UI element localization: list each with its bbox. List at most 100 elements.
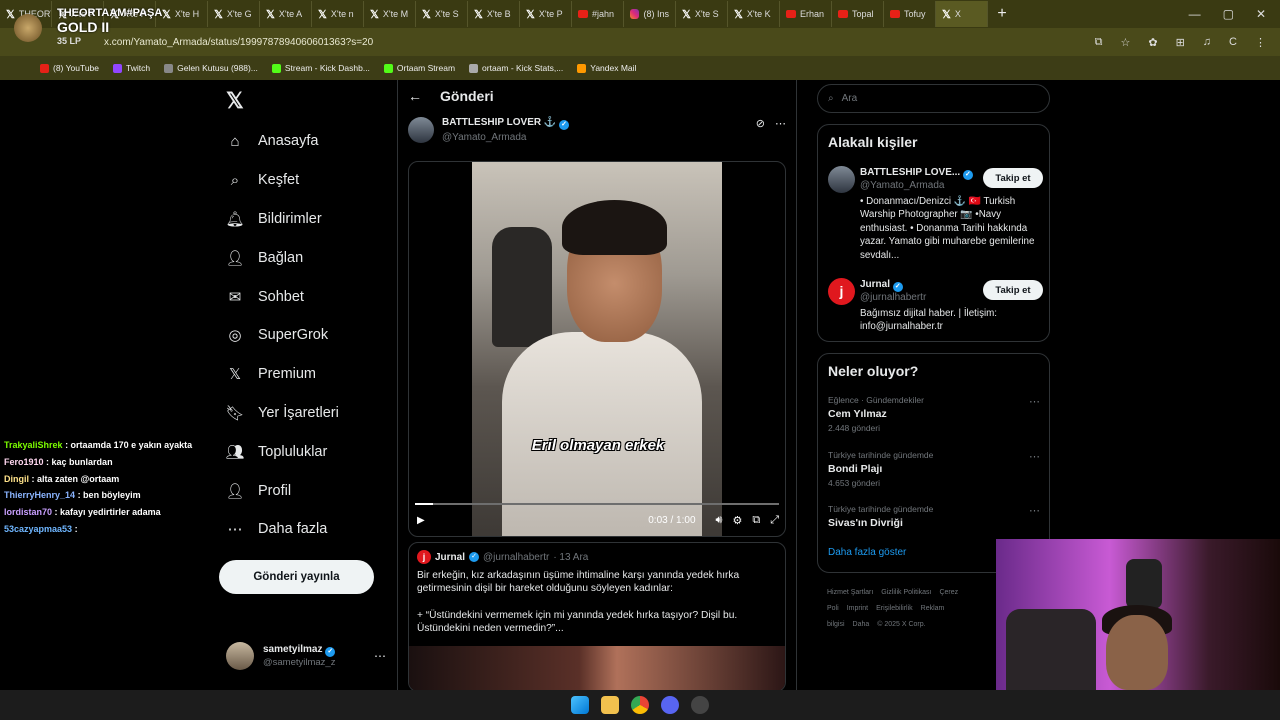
page-title: Gönderi [440,88,494,104]
bookmark-item[interactable]: Twitch [113,63,150,73]
post-button[interactable]: Gönderi yayınla [219,560,374,594]
footer-link[interactable]: Erişilebilirlik [876,605,913,612]
footer-link[interactable]: Daha [853,621,870,628]
footer-link[interactable]: Gizlilik Politikası [881,589,931,596]
close-window-icon[interactable]: ✕ [1256,7,1266,21]
search-icon: ⌕ [230,171,240,189]
browser-tab[interactable]: 𝕏 X'te A [260,1,312,27]
grok-icon[interactable]: ⊘ [756,117,765,143]
url-field[interactable]: x.com/Yamato_Armada/status/1999787894060… [104,37,373,48]
search-icon: ⌕ [828,93,834,104]
app-icon[interactable] [691,696,709,714]
browser-tab[interactable]: 𝕏 X'te B [468,1,520,27]
video-player[interactable]: Eril olmayan erkek ▶ 0:03 / 1:00 🔊︎ ⚙ ⧉ … [408,161,786,537]
browser-tab[interactable]: 𝕏 X'te M [364,1,416,27]
tab-label: X'te B [486,9,511,19]
browser-tab[interactable]: 𝕏 X'te H [156,1,208,27]
kebab-menu-icon[interactable]: ⋮ [1255,36,1266,49]
bookmark-item[interactable]: Yandex Mail [577,63,636,73]
minimize-icon[interactable]: — [1189,7,1201,21]
bookmark-item[interactable]: Stream - Kick Dashb... [271,63,370,73]
bookmark-label: Stream - Kick Dashb... [284,63,370,73]
person-card[interactable]: BATTLESHIP LOVE... ✓ @Yamato_Armada Taki… [828,166,1043,266]
bookmarks-bar: (8) YouTube Twitch Gelen Kutusu (988)... St… [0,56,1280,80]
browser-tab[interactable]: Topal [832,1,884,27]
chrome-icon[interactable] [631,696,649,714]
nav-item-bildirimler[interactable]: 🔔︎ Bildirimler [218,200,339,239]
author-name[interactable]: BATTLESHIP LOVER ⚓ ✓ [442,117,570,130]
play-icon[interactable]: ▶ [417,515,425,526]
volume-icon[interactable]: 🔊︎ [716,514,723,527]
bookmark-item[interactable]: Gelen Kutusu (988)... [164,63,258,73]
video-progress-bar[interactable] [415,503,779,505]
more-icon[interactable]: ⋯ [1029,450,1040,463]
author-handle[interactable]: @Yamato_Armada [442,132,569,143]
nav-item-anasayfa[interactable]: ⌂ Anasayfa [218,122,339,161]
nav-item-topluluklar[interactable]: 👥︎ Topluluklar [218,432,339,471]
nav-item-yer-i-aretleri[interactable]: 🔖︎ Yer İşaretleri [218,394,338,433]
back-arrow-icon[interactable]: ← [408,88,422,104]
browser-tab[interactable]: 𝕏 X'te n [312,1,364,27]
more-icon[interactable]: ⋯ [775,117,786,143]
browser-tab[interactable]: 𝕏X [936,1,988,27]
verified-badge-icon: ✓ [325,647,336,657]
nav-item-profil[interactable]: 👤︎ Profil [218,471,339,510]
nav-item-premium[interactable]: 𝕏 Premium [218,355,339,394]
nav-item-supergrok[interactable]: ◎ SuperGrok [218,316,339,355]
bookmark-item[interactable]: (8) YouTube [40,63,99,73]
browser-tab[interactable]: 𝕏 X'te K [728,1,780,27]
browser-tab[interactable]: 𝕏 X'te G [208,1,260,27]
follow-button[interactable]: Takip et [983,280,1043,300]
install-app-icon[interactable]: ⧉ [1095,36,1103,49]
browser-tab[interactable]: 𝕏 X'te P [104,1,156,27]
new-tab-button[interactable]: + [988,5,1016,23]
follow-button[interactable]: Takip et [983,168,1043,188]
more-icon[interactable]: ⋯ [1029,395,1040,408]
file-explorer-icon[interactable] [601,696,619,714]
footer-link[interactable]: Hizmet Şartları [827,589,873,596]
puzzle-icon[interactable]: ⊞ [1176,36,1185,49]
account-switcher[interactable]: sametyilmaz ✓ @sametyilmaz_z ⋯ [226,642,386,670]
discord-icon[interactable] [661,696,679,714]
nav-item-ba-lan[interactable]: 👤︎ Bağlan [218,238,339,277]
trend-title: Cem Yılmaz [828,408,887,420]
nav-item-sohbet[interactable]: ✉ Sohbet [218,277,339,316]
browser-tab[interactable]: Tofuy [884,1,936,27]
trend-item[interactable]: Türkiye tarihinde gündemde Bondi Plajı 4… [828,450,1040,488]
trend-item[interactable]: Eğlence · Gündemdekiler Cem Yılmaz 2.448… [828,395,1040,433]
browser-tab[interactable]: 𝕏THEORTAAM#PAŞA X'te B [0,1,52,27]
browser-tab[interactable]: 𝕏 X'te P [52,1,104,27]
quoted-post[interactable]: j Jurnal ✓ @jurnalhabertr · 13 Ara Bir e… [408,542,786,692]
nav-item-ke-fet[interactable]: ⌕ Keşfet [218,161,339,200]
browser-tab[interactable]: (8) Ins [624,1,676,27]
browser-tab[interactable]: 𝕏 X'te P [520,1,572,27]
more-icon[interactable]: ⋯ [1029,504,1040,517]
search-input[interactable]: ⌕ Ara [817,84,1050,113]
browser-tab[interactable]: 𝕏 X'te S [416,1,468,27]
trend-item[interactable]: Türkiye tarihinde gündemde Sivas'ın Divr… [828,504,1040,529]
bookmark-item[interactable]: ortaam - Kick Stats,... [469,63,563,73]
media-icon[interactable]: ♫ [1203,36,1211,49]
pip-icon[interactable]: ⧉ [752,514,760,527]
author-avatar[interactable] [408,117,434,143]
nav-item-daha-fazla[interactable]: ⋯ Daha fazla [218,510,339,549]
person-card[interactable]: j Jurnal ✓ @jurnalhabertr Takip et Bağım… [828,278,1043,338]
windows-start-icon[interactable] [571,696,589,714]
browser-tab[interactable]: Erhan [780,1,832,27]
x-logo-icon[interactable]: 𝕏 [226,88,244,114]
star-bookmark-icon[interactable]: ☆ [1120,36,1130,49]
extension-icon[interactable]: ✿ [1148,36,1157,49]
fullscreen-icon[interactable]: ⤢ [770,514,779,527]
profile-avatar-icon[interactable]: C [1229,36,1237,49]
settings-gear-icon[interactable]: ⚙ [732,514,742,527]
more-icon[interactable]: ⋯ [374,649,386,663]
x-icon: 𝕏 [942,8,951,21]
avatar [828,166,855,193]
bookmark-item[interactable]: Ortaam Stream [383,63,455,73]
show-more-link[interactable]: Daha fazla göster [828,547,906,558]
browser-tab[interactable]: 𝕏 X'te S [676,1,728,27]
footer-link[interactable]: Imprint [847,605,868,612]
browser-tab[interactable]: #jahn [572,1,624,27]
footer-link[interactable]: © 2025 X Corp. [877,621,925,628]
maximize-icon[interactable]: ▢ [1223,7,1234,21]
